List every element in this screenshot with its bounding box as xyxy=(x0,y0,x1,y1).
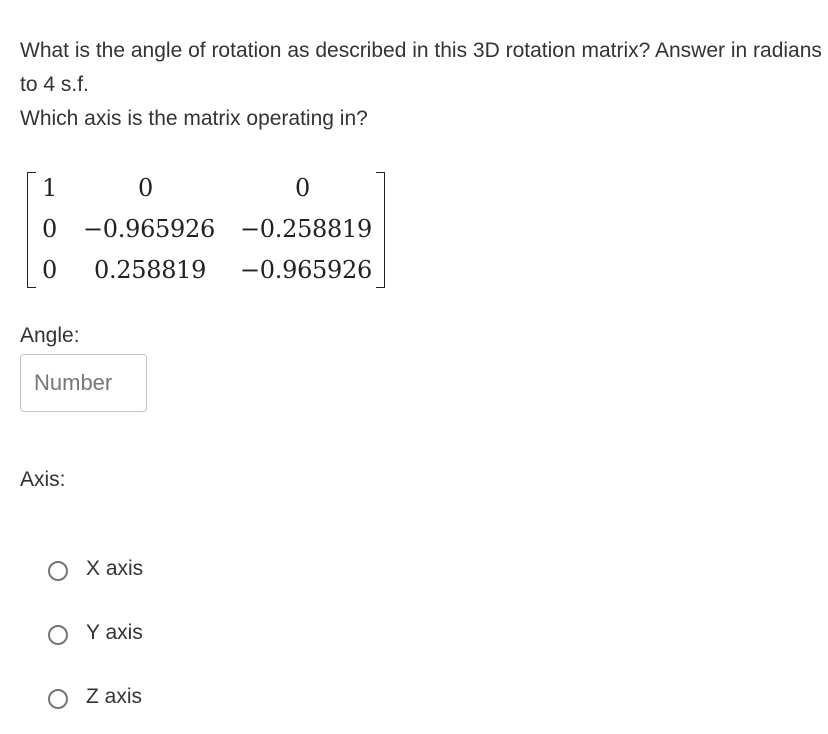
axis-option-z-label: Z axis xyxy=(86,685,143,708)
matrix-cell-r1c2: 0 xyxy=(138,174,153,202)
matrix-cell-r1c3: 0 xyxy=(295,174,310,202)
axis-option-z[interactable]: Z axis xyxy=(48,683,248,715)
matrix-cell-r3c2: 0.258819 xyxy=(94,256,207,284)
axis-label: Axis: xyxy=(20,468,66,491)
matrix-cell-r3c3: −0.965926 xyxy=(240,256,372,284)
radio-button-z[interactable] xyxy=(48,689,68,709)
angle-label: Angle: xyxy=(20,324,80,347)
matrix-left-bracket xyxy=(27,172,36,288)
matrix-right-bracket xyxy=(376,172,385,288)
axis-option-y[interactable]: Y axis xyxy=(48,619,248,651)
matrix-cell-r2c1: 0 xyxy=(42,215,57,243)
question-text: What is the angle of rotation as describ… xyxy=(20,34,826,136)
rotation-matrix: 1 0 0 0 −0.965926 −0.258819 0 0.258819 −… xyxy=(27,172,385,288)
matrix-cell-r2c2: −0.965926 xyxy=(83,215,215,243)
matrix-cell-r3c1: 0 xyxy=(42,256,57,284)
matrix-cell-r1c1: 1 xyxy=(42,174,57,202)
radio-button-x[interactable] xyxy=(48,561,68,581)
question-prompt: What is the angle of rotation as describ… xyxy=(20,39,822,96)
angle-number-input[interactable] xyxy=(20,354,147,412)
question-subprompt: Which axis is the matrix operating in? xyxy=(20,107,368,130)
radio-button-y[interactable] xyxy=(48,625,68,645)
axis-option-x[interactable]: X axis xyxy=(48,555,248,587)
matrix-cell-r2c3: −0.258819 xyxy=(240,215,372,243)
axis-option-y-label: Y axis xyxy=(86,621,143,644)
axis-option-x-label: X axis xyxy=(86,557,144,580)
